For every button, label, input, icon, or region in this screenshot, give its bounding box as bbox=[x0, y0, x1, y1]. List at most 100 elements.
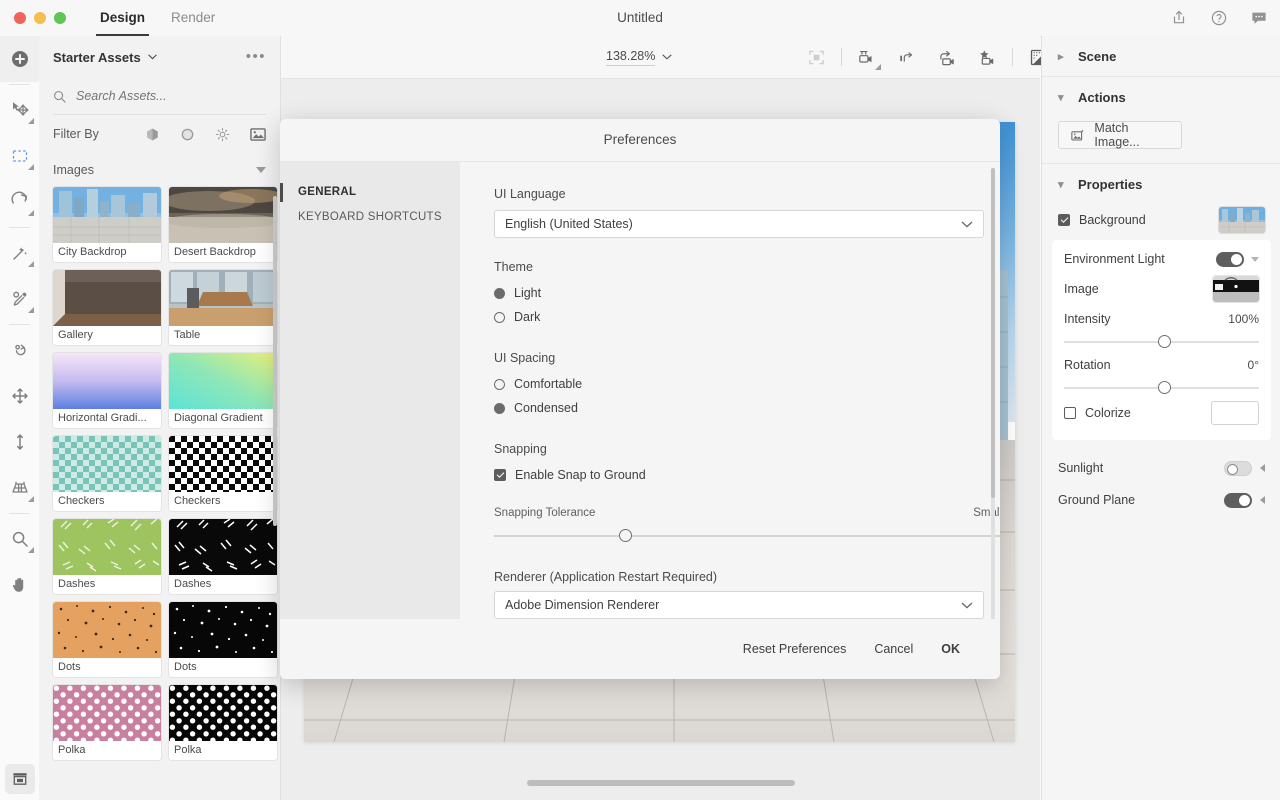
image-icon[interactable] bbox=[250, 127, 266, 142]
assets-overflow-menu-button[interactable]: ••• bbox=[246, 49, 266, 64]
asset-card[interactable]: Dashes bbox=[53, 519, 161, 594]
tab-design[interactable]: Design bbox=[95, 0, 150, 36]
tool-expand-caret[interactable] bbox=[28, 210, 34, 216]
tab-render[interactable]: Render bbox=[171, 0, 215, 36]
asset-card[interactable]: Checkers bbox=[53, 436, 161, 511]
help-icon[interactable] bbox=[1210, 9, 1228, 27]
select-move-icon[interactable] bbox=[0, 87, 39, 133]
pan-move-icon[interactable] bbox=[0, 373, 39, 419]
dialog-scrollbar-thumb[interactable] bbox=[991, 168, 995, 498]
asset-card[interactable]: Dashes bbox=[169, 519, 277, 594]
rotate-icon[interactable] bbox=[0, 179, 39, 225]
ok-button[interactable]: OK bbox=[941, 642, 960, 656]
add-icon[interactable] bbox=[0, 36, 39, 82]
assets-search-row[interactable] bbox=[53, 78, 266, 115]
camera-undo-icon[interactable] bbox=[887, 36, 927, 78]
environment-light-toggle[interactable] bbox=[1216, 251, 1244, 267]
checkbox-icon[interactable] bbox=[1064, 407, 1076, 419]
section-scene[interactable]: ▸ Scene bbox=[1042, 36, 1280, 77]
model-icon[interactable] bbox=[145, 127, 160, 142]
camera-bookmark-icon[interactable] bbox=[847, 36, 887, 78]
nav-item-keyboard-shortcuts[interactable]: KEYBOARD SHORTCUTS bbox=[280, 205, 460, 230]
magic-wand-icon[interactable] bbox=[0, 230, 39, 276]
ui-spacing-option-comfortable[interactable]: Comfortable bbox=[494, 372, 964, 396]
vertical-move-icon[interactable] bbox=[0, 419, 39, 465]
asset-card[interactable]: Polka bbox=[53, 685, 161, 760]
asset-card[interactable]: Gallery bbox=[53, 270, 161, 345]
camera-favorite-icon[interactable] bbox=[967, 36, 1007, 78]
colorize-color-swatch[interactable] bbox=[1211, 401, 1259, 425]
assets-panel-scrollbar[interactable] bbox=[273, 196, 277, 526]
environment-light-row[interactable]: Environment Light bbox=[1058, 244, 1265, 274]
eyedropper-icon[interactable] bbox=[0, 276, 39, 322]
colorize-row[interactable]: Colorize bbox=[1058, 396, 1265, 430]
intensity-value[interactable]: 100% bbox=[1228, 312, 1259, 326]
environment-image-thumbnail[interactable] bbox=[1213, 276, 1259, 302]
asset-card[interactable]: Polka bbox=[169, 685, 277, 760]
tool-expand-caret[interactable] bbox=[28, 261, 34, 267]
tool-expand-caret[interactable] bbox=[28, 118, 34, 124]
asset-card[interactable]: Checkers bbox=[169, 436, 277, 511]
window-controls[interactable] bbox=[14, 12, 66, 24]
background-row[interactable]: Background bbox=[1042, 204, 1280, 236]
slider-knob[interactable] bbox=[619, 529, 632, 542]
perspective-icon[interactable] bbox=[0, 465, 39, 511]
maximize-window-button[interactable] bbox=[54, 12, 66, 24]
theme-option-dark[interactable]: Dark bbox=[494, 305, 964, 329]
camera-redo-icon[interactable] bbox=[927, 36, 967, 78]
intensity-slider[interactable] bbox=[1064, 334, 1259, 350]
nav-item-general[interactable]: GENERAL bbox=[280, 180, 460, 205]
asset-card[interactable]: Table bbox=[169, 270, 277, 345]
enable-snap-to-ground-checkbox[interactable]: Enable Snap to Ground bbox=[494, 463, 964, 487]
background-thumbnail[interactable] bbox=[1219, 207, 1265, 233]
zoom-icon[interactable] bbox=[0, 516, 39, 562]
tool-expand-caret[interactable] bbox=[28, 547, 34, 553]
asset-card[interactable]: Horizontal Gradi... bbox=[53, 353, 161, 428]
ground-plane-toggle[interactable] bbox=[1224, 492, 1252, 508]
slider-knob[interactable] bbox=[1157, 381, 1171, 394]
canvas-horizontal-scrollbar[interactable] bbox=[527, 780, 795, 786]
orbit-icon[interactable] bbox=[0, 327, 39, 373]
chevron-down-icon[interactable] bbox=[1251, 256, 1259, 262]
chevron-left-icon[interactable] bbox=[1260, 464, 1265, 472]
tool-expand-caret[interactable] bbox=[28, 164, 34, 170]
fit-view-icon[interactable] bbox=[796, 36, 836, 78]
asset-card[interactable]: Desert Backdrop bbox=[169, 187, 277, 262]
assets-section-header[interactable]: Images bbox=[53, 153, 266, 187]
rotation-value[interactable]: 0° bbox=[1248, 358, 1259, 372]
reset-preferences-button[interactable]: Reset Preferences bbox=[743, 642, 847, 656]
rotation-slider[interactable] bbox=[1064, 380, 1259, 396]
chevron-down-icon[interactable] bbox=[256, 166, 266, 174]
checkbox-icon[interactable] bbox=[1058, 214, 1070, 226]
section-properties[interactable]: ▾ Properties bbox=[1042, 164, 1280, 204]
snapping-tolerance-slider[interactable] bbox=[494, 527, 1000, 545]
light-icon[interactable] bbox=[215, 127, 230, 142]
sunlight-row[interactable]: Sunlight bbox=[1042, 452, 1280, 484]
chevron-down-icon[interactable] bbox=[662, 54, 673, 60]
theme-option-light[interactable]: Light bbox=[494, 281, 964, 305]
comment-icon[interactable] bbox=[1250, 9, 1268, 27]
camera-expand-caret[interactable] bbox=[875, 64, 881, 70]
section-actions[interactable]: ▾ Actions bbox=[1042, 77, 1280, 117]
background-thumb-wrap[interactable] bbox=[1219, 207, 1265, 233]
environment-image-row[interactable]: Image bbox=[1058, 274, 1265, 304]
hand-icon[interactable] bbox=[0, 562, 39, 608]
content-library-icon[interactable] bbox=[4, 764, 35, 794]
asset-card[interactable]: Dots bbox=[53, 602, 161, 677]
close-window-button[interactable] bbox=[14, 12, 26, 24]
ground-plane-row[interactable]: Ground Plane bbox=[1042, 484, 1280, 516]
match-image-button[interactable]: Match Image... bbox=[1058, 121, 1182, 149]
asset-card[interactable]: Dots bbox=[169, 602, 277, 677]
sunlight-toggle[interactable] bbox=[1224, 460, 1252, 476]
tool-expand-caret[interactable] bbox=[28, 496, 34, 502]
share-icon[interactable] bbox=[1170, 9, 1188, 27]
minimize-window-button[interactable] bbox=[34, 12, 46, 24]
chevron-left-icon[interactable] bbox=[1260, 496, 1265, 504]
assets-library-selector[interactable]: Starter Assets bbox=[53, 50, 157, 65]
cancel-button[interactable]: Cancel bbox=[874, 642, 913, 656]
renderer-select[interactable]: Adobe Dimension Renderer bbox=[494, 591, 984, 619]
zoom-level-value[interactable]: 138.28% bbox=[606, 49, 656, 66]
ui-language-select[interactable]: English (United States) bbox=[494, 210, 984, 238]
slider-knob[interactable] bbox=[1157, 335, 1171, 348]
tool-expand-caret[interactable] bbox=[28, 307, 34, 313]
